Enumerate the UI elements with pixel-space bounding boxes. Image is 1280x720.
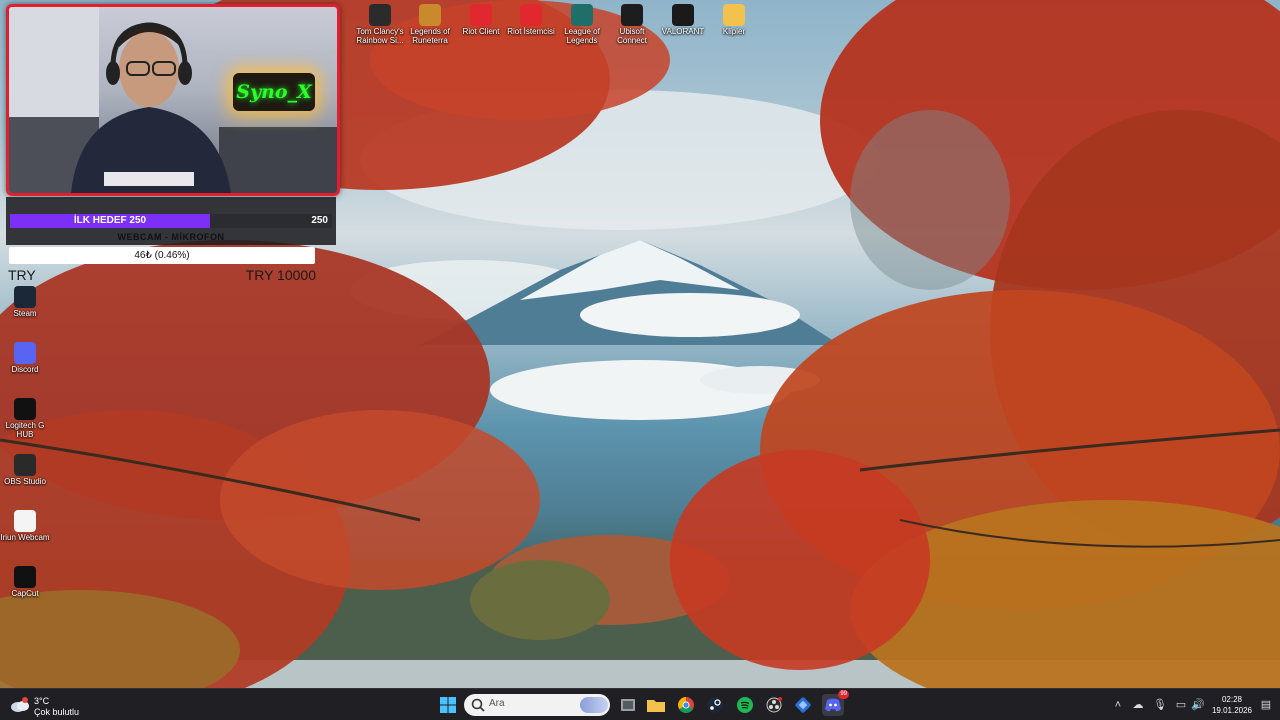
microphone-icon[interactable]: 🎙 [1152,697,1168,713]
desktop-icon-logitech[interactable]: Logitech G HUB [0,398,53,450]
clock-time: 02:28 [1221,695,1243,704]
desktop-icon-label: Steam [13,309,37,318]
desktop-icon-riot[interactable]: Riot Client [453,4,509,56]
donation-amount-row: TRY TRY 10000 [8,266,318,284]
spotify-button[interactable] [734,694,756,716]
webcam-frame: Syno_X [6,4,340,196]
desktop-icon-ubisoft[interactable]: Ubisoft Connect [604,4,660,56]
folder-icon [647,700,665,712]
obs-taskbar-button[interactable] [763,694,785,716]
folder-icon [723,4,745,26]
amount-target-label: TRY 10000 [245,267,316,283]
task-view-button[interactable] [617,694,639,716]
windows-icon [440,697,456,713]
task-view-icon [621,699,635,711]
webcam-mic-label: WEBCAM - MİKROFON [117,232,225,242]
desktop-icon-label: Logitech G HUB [5,421,45,439]
amount-start-label: TRY [8,267,36,283]
chrome-button[interactable] [675,694,697,716]
logitech-icon [795,697,811,713]
obs-icon [766,697,782,713]
steam-icon [707,697,723,713]
desktop-icon-label: OBS Studio [4,477,46,486]
taskbar: 3°C Çok bulutlu Ara 99 ˄ ☁ 🎙 ▭ 🔊 02:28 1… [0,688,1280,720]
desktop-icon-label: Klipler [722,27,746,36]
goal-panel: İLK HEDEF 250 250 WEBCAM - MİKROFON [6,197,336,245]
neon-name-sign: Syno_X [233,73,315,111]
logitech-icon [14,398,36,420]
weather-condition: Çok bulutlu [34,707,80,717]
desktop-icon-label: Riot Client [462,27,500,36]
capcut-icon [14,566,36,588]
search-placeholder: Ara [489,698,505,709]
goal-count: 250 [311,215,328,226]
discord-taskbar-button[interactable]: 99 [822,690,849,716]
notification-icon[interactable]: ▤ [1258,697,1274,713]
desktop-icon-valorant[interactable]: VALORANT [655,4,711,56]
steam-taskbar-button[interactable] [704,694,726,716]
desktop-icon-label: League of Legends [564,27,600,45]
riot-icon [520,4,542,26]
desktop-icon-league[interactable]: League of Legends [554,4,610,56]
volume-icon[interactable]: 🔊 [1190,697,1206,713]
discord-icon [825,698,841,712]
ubisoft-icon [621,4,643,26]
desktop-icon-capcut[interactable]: CapCut [0,566,53,618]
discord-badge: 99 [838,690,849,699]
search-box[interactable]: Ara [464,694,610,716]
riot-icon [470,4,492,26]
chevron-up-icon[interactable]: ˄ [1110,697,1126,713]
donation-progress-bar: 46₺ (0.46%) [9,247,315,264]
desktop-icon-label: Tom Clancy's Rainbow Si... [356,27,404,45]
desktop-icon-label: Discord [11,365,39,374]
onedrive-icon[interactable]: ☁ [1130,697,1146,713]
desktop-icon-folder[interactable]: Klipler [706,4,762,56]
weather-temp: 3°C [34,696,50,706]
network-icon[interactable]: ▭ [1173,697,1189,713]
clock-date: 19.01.2026 [1211,706,1253,715]
runeterra-icon [419,4,441,26]
rainbow-six-icon [369,4,391,26]
chrome-icon [678,697,694,713]
valorant-icon [672,4,694,26]
desktop-icon-label: Riot İstemcisi [507,27,555,36]
spotify-icon [737,697,753,713]
cloud-icon [11,697,29,712]
desktop-icon-obs[interactable]: OBS Studio [0,454,53,506]
steam-icon [14,286,36,308]
goal-label: İLK HEDEF 250 [73,215,147,226]
desktop-icon-rainbow-six[interactable]: Tom Clancy's Rainbow Si... [352,4,408,56]
desktop-icon-label: Legends of Runeterra [410,27,450,45]
desktop-icon-label: CapCut [11,589,39,598]
desktop-icon-runeterra[interactable]: Legends of Runeterra [402,4,458,56]
desktop-icon-label: VALORANT [661,27,705,36]
iriun-icon [14,510,36,532]
search-highlight-icon [580,697,608,713]
desktop-icon-label: Ubisoft Connect [617,27,647,45]
league-icon [571,4,593,26]
desktop-icon-label: Iriun Webcam [0,533,50,542]
desktop-icon-riot[interactable]: Riot İstemcisi [503,4,559,56]
obs-icon [14,454,36,476]
discord-icon [14,342,36,364]
logitech-taskbar-button[interactable] [792,694,814,716]
desktop-icon-discord[interactable]: Discord [0,342,53,394]
search-icon [471,698,485,712]
start-button[interactable] [437,694,459,716]
desktop-icon-iriun[interactable]: Iriun Webcam [0,510,53,562]
clock[interactable]: 02:28 19.01.2026 [1210,694,1254,716]
desktop-icon-steam[interactable]: Steam [0,286,53,338]
file-explorer-button[interactable] [645,694,667,716]
